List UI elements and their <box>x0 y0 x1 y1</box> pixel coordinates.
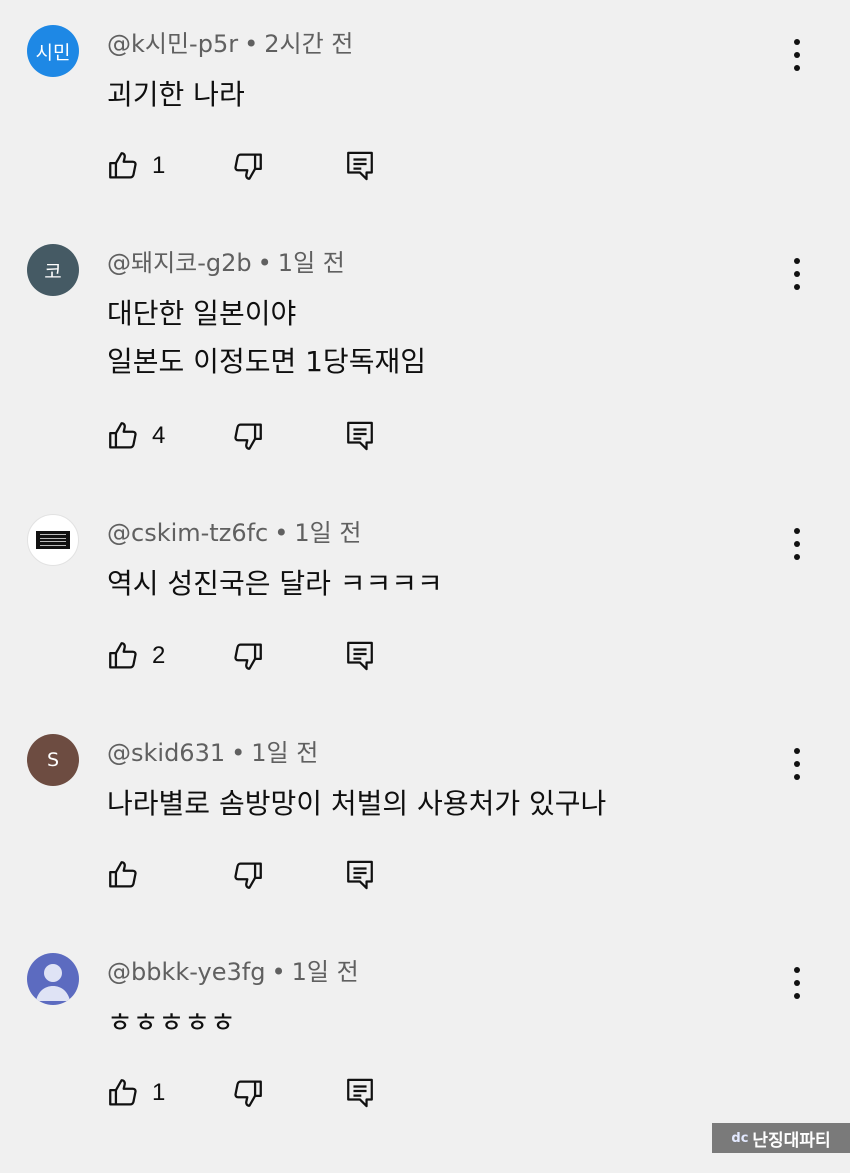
avatar[interactable]: S <box>27 734 79 786</box>
comment-meta: @skid631 • 1일 전 <box>107 738 318 768</box>
comment-text: 대단한 일본이야 일본도 이정도면 1당독재임 <box>107 290 426 386</box>
more-options-button[interactable] <box>785 524 809 564</box>
comment-text: 괴기한 나라 <box>107 71 245 119</box>
like-count: 2 <box>152 642 166 669</box>
thumbs-down-icon <box>234 862 262 889</box>
thumbs-down-icon <box>234 643 262 670</box>
meta-separator: • <box>244 30 259 58</box>
thumbs-down-icon <box>234 423 262 450</box>
thumbs-up-icon <box>109 422 137 449</box>
more-options-button[interactable] <box>785 35 809 75</box>
thumbs-up-icon <box>109 152 137 179</box>
watermark-logo: dc <box>731 1130 749 1146</box>
like-button[interactable]: 1 <box>106 1073 165 1113</box>
more-options-button[interactable] <box>785 254 809 294</box>
comment-line: 역시 성진국은 달라 ㅋㅋㅋㅋ <box>107 567 443 600</box>
dislike-button[interactable] <box>231 146 265 186</box>
more-options-button[interactable] <box>785 744 809 784</box>
dislike-button[interactable] <box>231 855 265 895</box>
meta-separator: • <box>231 739 246 767</box>
comment-actions <box>0 855 850 895</box>
comment-line: 대단한 일본이야 <box>107 297 297 330</box>
default-avatar-icon <box>36 964 70 1001</box>
comment-time[interactable]: 2시간 전 <box>264 30 353 58</box>
thumbs-down-icon <box>234 153 262 180</box>
comment-item: 코 @돼지코-g2b • 1일 전 대단한 일본이야 일본도 이정도면 1당독재임 … <box>0 244 850 484</box>
reply-comment-icon <box>347 1078 373 1108</box>
comment-actions: 4 <box>0 416 850 456</box>
avatar[interactable] <box>27 514 79 566</box>
avatar[interactable] <box>27 953 79 1005</box>
avatar-initials: 시민 <box>35 41 71 64</box>
comment-line: 일본도 이정도면 1당독재임 <box>107 345 426 378</box>
thumbs-down-icon <box>234 1080 262 1107</box>
reply-button[interactable] <box>344 636 376 676</box>
comment-item: S @skid631 • 1일 전 나라별로 솜방망이 처벌의 사용처가 있구나 <box>0 734 850 954</box>
more-options-button[interactable] <box>785 963 809 1003</box>
comment-time[interactable]: 1일 전 <box>251 739 318 767</box>
avatar-initials: S <box>46 749 60 771</box>
avatar[interactable]: 시민 <box>27 25 79 77</box>
comment-author[interactable]: @bbkk-ye3fg <box>107 958 265 986</box>
comment-text: 역시 성진국은 달라 ㅋㅋㅋㅋ <box>107 560 443 608</box>
comment-actions: 1 <box>0 1073 850 1113</box>
comment-text: 나라별로 솜방망이 처벌의 사용처가 있구나 <box>107 780 606 828</box>
comment-author[interactable]: @돼지코-g2b <box>107 249 252 277</box>
comment-line: ㅎㅎㅎㅎㅎ <box>107 1006 236 1039</box>
comment-author[interactable]: @k시민-p5r <box>107 30 238 58</box>
comment-time[interactable]: 1일 전 <box>294 519 361 547</box>
like-button[interactable]: 2 <box>106 636 165 676</box>
like-count: 4 <box>152 422 166 449</box>
meta-separator: • <box>271 958 286 986</box>
comment-meta: @돼지코-g2b • 1일 전 <box>107 248 345 278</box>
site-watermark: dc 난징대파티 <box>712 1123 850 1153</box>
thumbs-up-icon <box>109 642 137 669</box>
reply-comment-icon <box>347 641 373 671</box>
watermark-text: 난징대파티 <box>752 1130 831 1151</box>
comment-line: 괴기한 나라 <box>107 78 245 111</box>
like-button[interactable]: 1 <box>106 146 165 186</box>
dislike-button[interactable] <box>231 1073 265 1113</box>
avatar[interactable]: 코 <box>27 244 79 296</box>
comment-item: 시민 @k시민-p5r • 2시간 전 괴기한 나라 1 <box>0 25 850 245</box>
meta-separator: • <box>274 519 289 547</box>
reply-button[interactable] <box>344 146 376 186</box>
comment-time[interactable]: 1일 전 <box>292 958 359 986</box>
comment-meta: @cskim-tz6fc • 1일 전 <box>107 518 361 548</box>
like-count: 1 <box>152 152 166 179</box>
comment-meta: @bbkk-ye3fg • 1일 전 <box>107 957 359 987</box>
like-button[interactable]: 4 <box>106 416 165 456</box>
reply-button[interactable] <box>344 1073 376 1113</box>
reply-comment-icon <box>347 151 373 181</box>
comment-author[interactable]: @skid631 <box>107 739 225 767</box>
avatar-initials: 코 <box>44 260 62 283</box>
comment-actions: 1 <box>0 146 850 186</box>
reply-comment-icon <box>347 860 373 890</box>
avatar-image <box>36 531 70 549</box>
comment-time[interactable]: 1일 전 <box>278 249 345 277</box>
dislike-button[interactable] <box>231 636 265 676</box>
comment-meta: @k시민-p5r • 2시간 전 <box>107 29 353 59</box>
like-count: 1 <box>152 1079 166 1106</box>
comment-actions: 2 <box>0 636 850 676</box>
comment-item: @cskim-tz6fc • 1일 전 역시 성진국은 달라 ㅋㅋㅋㅋ 2 <box>0 514 850 734</box>
meta-separator: • <box>257 249 272 277</box>
comment-line: 나라별로 솜방망이 처벌의 사용처가 있구나 <box>107 787 607 820</box>
like-button[interactable] <box>106 855 140 895</box>
dislike-button[interactable] <box>231 416 265 456</box>
reply-comment-icon <box>347 421 373 451</box>
thumbs-up-icon <box>109 861 137 888</box>
thumbs-up-icon <box>109 1079 137 1106</box>
comment-author[interactable]: @cskim-tz6fc <box>107 519 268 547</box>
reply-button[interactable] <box>344 416 376 456</box>
reply-button[interactable] <box>344 855 376 895</box>
comment-text: ㅎㅎㅎㅎㅎ <box>107 999 236 1047</box>
